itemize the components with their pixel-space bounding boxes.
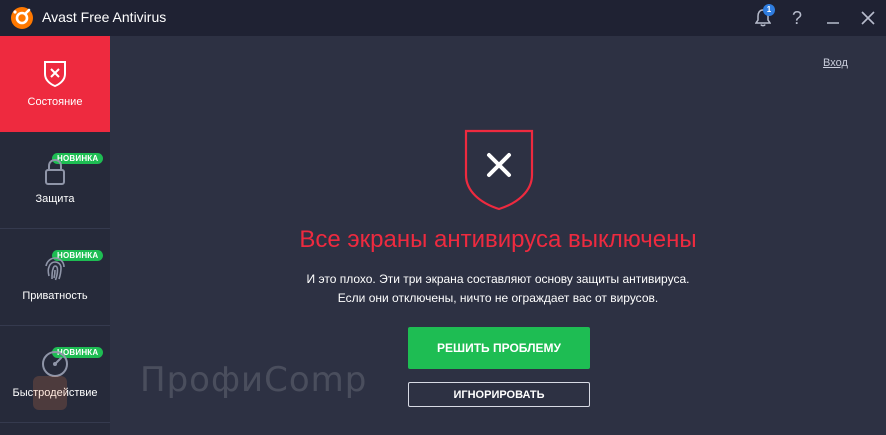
help-button[interactable]: ?: [784, 5, 810, 31]
gauge-icon: [42, 351, 68, 377]
app-title: Avast Free Antivirus: [42, 9, 167, 25]
notifications-button[interactable]: 1: [750, 4, 776, 31]
title-bar: Avast Free Antivirus 1 ?: [0, 0, 886, 36]
status-headline: Все экраны антивируса выключены: [299, 226, 697, 253]
sidebar-item-protection[interactable]: НОВИНКА Защита: [0, 133, 110, 229]
avast-logo-icon: [11, 7, 33, 29]
sidebar-item-label: Состояние: [27, 96, 83, 108]
ignore-button[interactable]: ИГНОРИРОВАТЬ: [408, 382, 590, 407]
shield-warning-icon: [464, 129, 534, 211]
close-button[interactable]: [855, 5, 881, 31]
fingerprint-icon: [45, 257, 65, 281]
avast-window: Avast Free Antivirus 1 ? Состояние НОВИН…: [0, 0, 886, 435]
status-description-line1: И это плохо. Эти три экрана составляют о…: [306, 272, 690, 286]
minimize-icon: [827, 22, 839, 24]
fix-problem-button[interactable]: РЕШИТЬ ПРОБЛЕМУ: [408, 327, 590, 369]
sidebar-item-privacy[interactable]: НОВИНКА Приватность: [0, 230, 110, 326]
sidebar-item-label: Защита: [35, 193, 75, 205]
lock-icon: [45, 158, 65, 185]
sidebar-item-status[interactable]: Состояние: [0, 36, 110, 132]
watermark-text: ПрофиComp: [140, 360, 368, 400]
notification-count-badge: 1: [763, 4, 775, 16]
shield-x-icon: [44, 61, 66, 88]
watermark-logo: [33, 376, 67, 410]
login-link[interactable]: Вход: [823, 57, 848, 69]
status-description-line2: Если они отключены, ничто не ограждает в…: [337, 291, 659, 305]
close-icon: [861, 11, 875, 25]
sidebar-item-label: Приватность: [22, 290, 88, 302]
minimize-button[interactable]: [820, 5, 846, 31]
